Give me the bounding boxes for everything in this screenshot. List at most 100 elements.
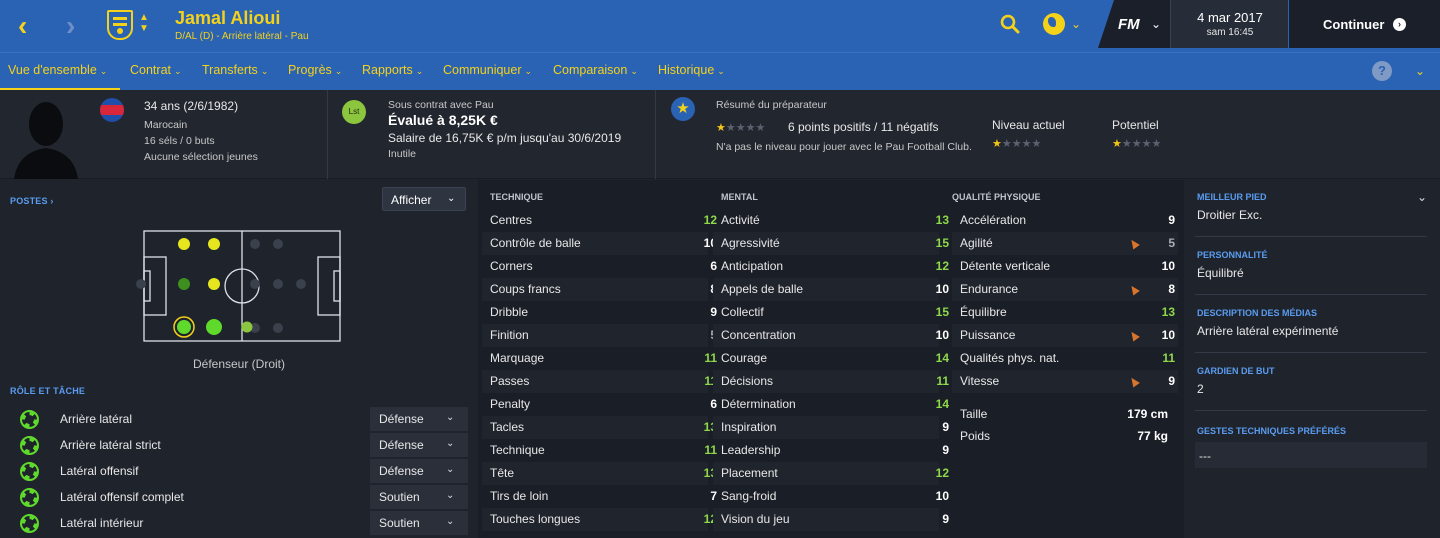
duty-dropdown[interactable]: Soutien ⌄: [370, 511, 468, 535]
back-arrow-icon[interactable]: ‹: [18, 12, 27, 40]
attribute-row[interactable]: Endurance 8: [952, 278, 1178, 301]
attribute-row[interactable]: Agilité 5: [952, 232, 1178, 255]
attribute-row[interactable]: Technique 11: [482, 439, 717, 462]
duty-dropdown[interactable]: Défense ⌄: [370, 407, 468, 431]
attribute-row[interactable]: Qualités phys. nat. 11: [952, 347, 1178, 370]
tab-transfers[interactable]: Transferts ⌄: [202, 63, 268, 77]
club-crest-icon[interactable]: [107, 10, 133, 40]
star-icon: ★: [1141, 138, 1152, 150]
attribute-row[interactable]: Centres 12: [482, 209, 717, 232]
preferred-foot-title: MEILLEUR PIED: [1197, 192, 1267, 202]
attribute-name: Tacles: [490, 420, 525, 434]
pitch-position-dot: [178, 278, 190, 290]
attribute-value: 9: [1168, 374, 1175, 388]
chevron-down-icon: ⌄: [447, 193, 456, 204]
divider: [1195, 294, 1427, 295]
attribute-row[interactable]: Contrôle de balle 10: [482, 232, 717, 255]
attribute-name: Sang-froid: [721, 489, 777, 503]
decline-arrow-icon: [1128, 375, 1140, 388]
attribute-row[interactable]: Finition5: [482, 324, 717, 347]
attribute-row[interactable]: Collectif 15: [713, 301, 949, 324]
roles-title: RÔLE ET TÂCHE: [10, 386, 86, 396]
globe-icon[interactable]: [1043, 13, 1065, 35]
duty-dropdown[interactable]: Soutien ⌄: [370, 485, 468, 509]
duty-dropdown[interactable]: Défense ⌄: [370, 459, 468, 483]
attribute-value: 10: [935, 489, 949, 503]
show-dropdown[interactable]: Afficher ⌄: [382, 187, 466, 211]
continue-button[interactable]: Continuer ›: [1289, 0, 1440, 48]
attribute-row[interactable]: Leadership 9: [713, 439, 949, 462]
attribute-value: 11: [1162, 351, 1175, 365]
attribute-value: 10: [1161, 328, 1175, 342]
attribute-row[interactable]: Puissance 10: [952, 324, 1178, 347]
role-row[interactable]: Arrière latéral Défense ⌄: [10, 407, 470, 431]
role-row[interactable]: Latéral intérieur Soutien ⌄: [10, 511, 470, 535]
chevron-down-icon[interactable]: ⌄: [1071, 17, 1081, 31]
help-icon[interactable]: ?: [1372, 61, 1392, 81]
attribute-row[interactable]: Concentration 10: [713, 324, 949, 347]
attribute-row[interactable]: Anticipation 12: [713, 255, 949, 278]
attribute-row[interactable]: Détente verticale 10: [952, 255, 1178, 278]
attribute-row[interactable]: Courage 14: [713, 347, 949, 370]
role-row[interactable]: Latéral offensif Défense ⌄: [10, 459, 470, 483]
fm-logo[interactable]: FM: [1118, 16, 1140, 33]
attribute-row[interactable]: Agressivité 15: [713, 232, 949, 255]
duty-dropdown[interactable]: Défense ⌄: [370, 433, 468, 457]
tab-communicate[interactable]: Communiquer ⌄: [443, 63, 532, 77]
attribute-row[interactable]: Sang-froid 10: [713, 485, 949, 508]
attribute-row[interactable]: Activité 13: [713, 209, 949, 232]
attribute-row[interactable]: Marquage 11: [482, 347, 717, 370]
attribute-row[interactable]: Inspiration 9: [713, 416, 949, 439]
attribute-name: Courage: [721, 351, 768, 365]
attribute-row[interactable]: Équilibre 13: [952, 301, 1178, 324]
tab-comparison[interactable]: Comparaison ⌄: [553, 63, 638, 77]
attribute-row[interactable]: Tirs de loin 7: [482, 485, 717, 508]
attribute-row[interactable]: Vision du jeu 9: [713, 508, 949, 531]
attribute-row[interactable]: Appels de balle 10: [713, 278, 949, 301]
date-display[interactable]: 4 mar 2017 sam 16:45: [1170, 0, 1288, 48]
attribute-row[interactable]: Accélération 9: [952, 209, 1178, 232]
player-nationality[interactable]: Marocain: [144, 119, 187, 131]
attribute-name: Vision du jeu: [721, 512, 790, 526]
attribute-row[interactable]: Passes 11: [482, 370, 717, 393]
tab-overview[interactable]: Vue d'ensemble ⌄: [8, 63, 107, 77]
crest-toggle-icon[interactable]: ▲ ▼: [139, 12, 149, 34]
attribute-row[interactable]: Tacles 13: [482, 416, 717, 439]
attribute-row[interactable]: Penalty 6: [482, 393, 717, 416]
forward-arrow-icon[interactable]: ›: [66, 12, 75, 40]
preferred-moves-value: ---: [1199, 449, 1211, 463]
role-row[interactable]: Arrière latéral strict Défense ⌄: [10, 433, 470, 457]
tab-reports[interactable]: Rapports ⌄: [362, 63, 423, 77]
attribute-row[interactable]: Détermination 14: [713, 393, 949, 416]
attribute-row[interactable]: Vitesse 9: [952, 370, 1178, 393]
role-rating-icon: [20, 488, 39, 507]
search-icon[interactable]: [1000, 14, 1020, 34]
attribute-name: Tirs de loin: [490, 489, 549, 503]
attribute-name: Inspiration: [721, 420, 777, 434]
star-icon: ★: [992, 138, 1002, 150]
attribute-value: 10: [935, 282, 949, 296]
attribute-row[interactable]: Corners 6: [482, 255, 717, 278]
attribute-name: Anticipation: [721, 259, 784, 273]
attribute-row[interactable]: Décisions 11: [713, 370, 949, 393]
duty-label: Soutien: [379, 490, 420, 504]
tab-progress[interactable]: Progrès ⌄: [288, 63, 342, 77]
attribute-row[interactable]: Coups francs8: [482, 278, 717, 301]
positions-title[interactable]: POSTES ›: [10, 196, 54, 206]
attribute-name: Concentration: [721, 328, 796, 342]
chevron-down-icon[interactable]: ⌄: [1415, 64, 1425, 78]
attribute-row[interactable]: Placement 12: [713, 462, 949, 485]
tab-contract[interactable]: Contrat ⌄: [130, 63, 182, 77]
attribute-name: Agressivité: [721, 236, 780, 250]
chevron-down-icon[interactable]: ⌄: [1151, 17, 1161, 31]
attribute-row[interactable]: Tête 13: [482, 462, 717, 485]
attribute-value: 14: [935, 397, 949, 411]
preferred-foot-value: Droitier Exc.: [1197, 208, 1263, 222]
role-row[interactable]: Latéral offensif complet Soutien ⌄: [10, 485, 470, 509]
chevron-down-icon[interactable]: ⌄: [1417, 190, 1427, 204]
tab-history[interactable]: Historique ⌄: [658, 63, 725, 77]
continue-label: Continuer: [1323, 17, 1385, 32]
scout-points: 6 points positifs / 11 négatifs: [788, 120, 939, 134]
attribute-row[interactable]: Touches longues 12: [482, 508, 717, 531]
attribute-row[interactable]: Dribble 9: [482, 301, 717, 324]
